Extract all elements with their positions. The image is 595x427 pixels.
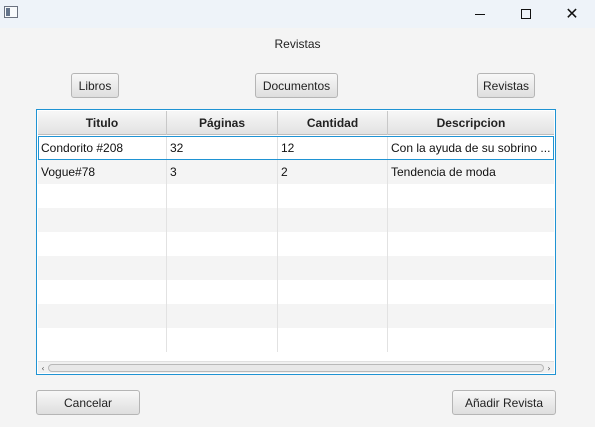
table-cell[interactable]: 2: [278, 160, 388, 184]
table-cell[interactable]: [38, 280, 167, 304]
table-row[interactable]: Condorito #208 32 12 Con la ayuda de su sob…: [38, 136, 554, 160]
empty-table-row[interactable]: [38, 328, 554, 352]
table-cell[interactable]: [388, 280, 554, 304]
table-cell[interactable]: [38, 304, 167, 328]
table-cell[interactable]: [278, 328, 388, 352]
column-header-titulo[interactable]: Titulo: [38, 111, 167, 135]
table-body: Condorito #208 32 12 Con la ayuda de su sob…: [38, 136, 554, 361]
table-cell[interactable]: [278, 232, 388, 256]
empty-table-row[interactable]: [38, 280, 554, 304]
table-cell[interactable]: [278, 208, 388, 232]
table-cell[interactable]: [167, 232, 278, 256]
table-header: Titulo Páginas Cantidad Descripcion: [38, 111, 554, 135]
column-header-cantidad[interactable]: Cantidad: [278, 111, 388, 135]
table-cell[interactable]: Con la ayuda de su sobrino ...: [388, 136, 554, 160]
add-revista-button[interactable]: Añadir Revista: [452, 390, 556, 415]
table-cell[interactable]: Vogue#78: [38, 160, 167, 184]
table-cell[interactable]: [388, 232, 554, 256]
scroll-left-icon[interactable]: ‹: [38, 362, 48, 374]
table-cell[interactable]: [388, 328, 554, 352]
table-row[interactable]: Vogue#78 3 2 Tendencia de moda: [38, 160, 554, 184]
title-bar: ✕: [0, 0, 595, 28]
maximize-icon: [521, 9, 531, 19]
maximize-button[interactable]: [503, 0, 549, 28]
table-cell[interactable]: [278, 184, 388, 208]
table-cell[interactable]: 3: [167, 160, 278, 184]
revistas-table[interactable]: Titulo Páginas Cantidad Descripcion Cond…: [36, 109, 556, 375]
column-header-paginas[interactable]: Páginas: [167, 111, 278, 135]
close-button[interactable]: ✕: [549, 0, 595, 28]
column-header-descripcion[interactable]: Descripcion: [388, 111, 554, 135]
table-cell[interactable]: [278, 280, 388, 304]
empty-table-row[interactable]: [38, 232, 554, 256]
revistas-button[interactable]: Revistas: [477, 73, 535, 98]
table-cell[interactable]: [38, 232, 167, 256]
table-cell[interactable]: Tendencia de moda: [388, 160, 554, 184]
table-cell[interactable]: 32: [167, 136, 278, 160]
empty-table-row[interactable]: [38, 256, 554, 280]
table-cell[interactable]: [167, 304, 278, 328]
scroll-thumb[interactable]: [48, 364, 544, 372]
table-cell[interactable]: [38, 184, 167, 208]
documentos-button[interactable]: Documentos: [255, 73, 338, 98]
horizontal-scrollbar[interactable]: ‹ ›: [38, 361, 554, 373]
scroll-right-icon[interactable]: ›: [544, 362, 554, 374]
page-title: Revistas: [274, 37, 321, 51]
minimize-icon: [475, 13, 485, 15]
table-cell[interactable]: [167, 280, 278, 304]
libros-button[interactable]: Libros: [71, 73, 119, 98]
table-cell[interactable]: [38, 328, 167, 352]
empty-table-row[interactable]: [38, 208, 554, 232]
empty-table-row[interactable]: [38, 184, 554, 208]
table-cell[interactable]: [388, 208, 554, 232]
table-cell[interactable]: [278, 256, 388, 280]
table-cell[interactable]: [167, 328, 278, 352]
table-cell[interactable]: 12: [278, 136, 388, 160]
table-cell[interactable]: [167, 208, 278, 232]
app-window-icon: [4, 6, 18, 18]
table-cell[interactable]: [278, 304, 388, 328]
table-cell[interactable]: [388, 256, 554, 280]
close-icon: ✕: [565, 4, 579, 23]
cancel-button[interactable]: Cancelar: [36, 390, 140, 415]
table-cell[interactable]: [388, 184, 554, 208]
table-cell[interactable]: [38, 256, 167, 280]
table-cell[interactable]: [167, 184, 278, 208]
table-cell[interactable]: Condorito #208: [38, 136, 167, 160]
empty-table-row[interactable]: [38, 304, 554, 328]
table-cell[interactable]: [167, 256, 278, 280]
minimize-button[interactable]: [457, 0, 503, 28]
table-cell[interactable]: [38, 208, 167, 232]
table-cell[interactable]: [388, 304, 554, 328]
